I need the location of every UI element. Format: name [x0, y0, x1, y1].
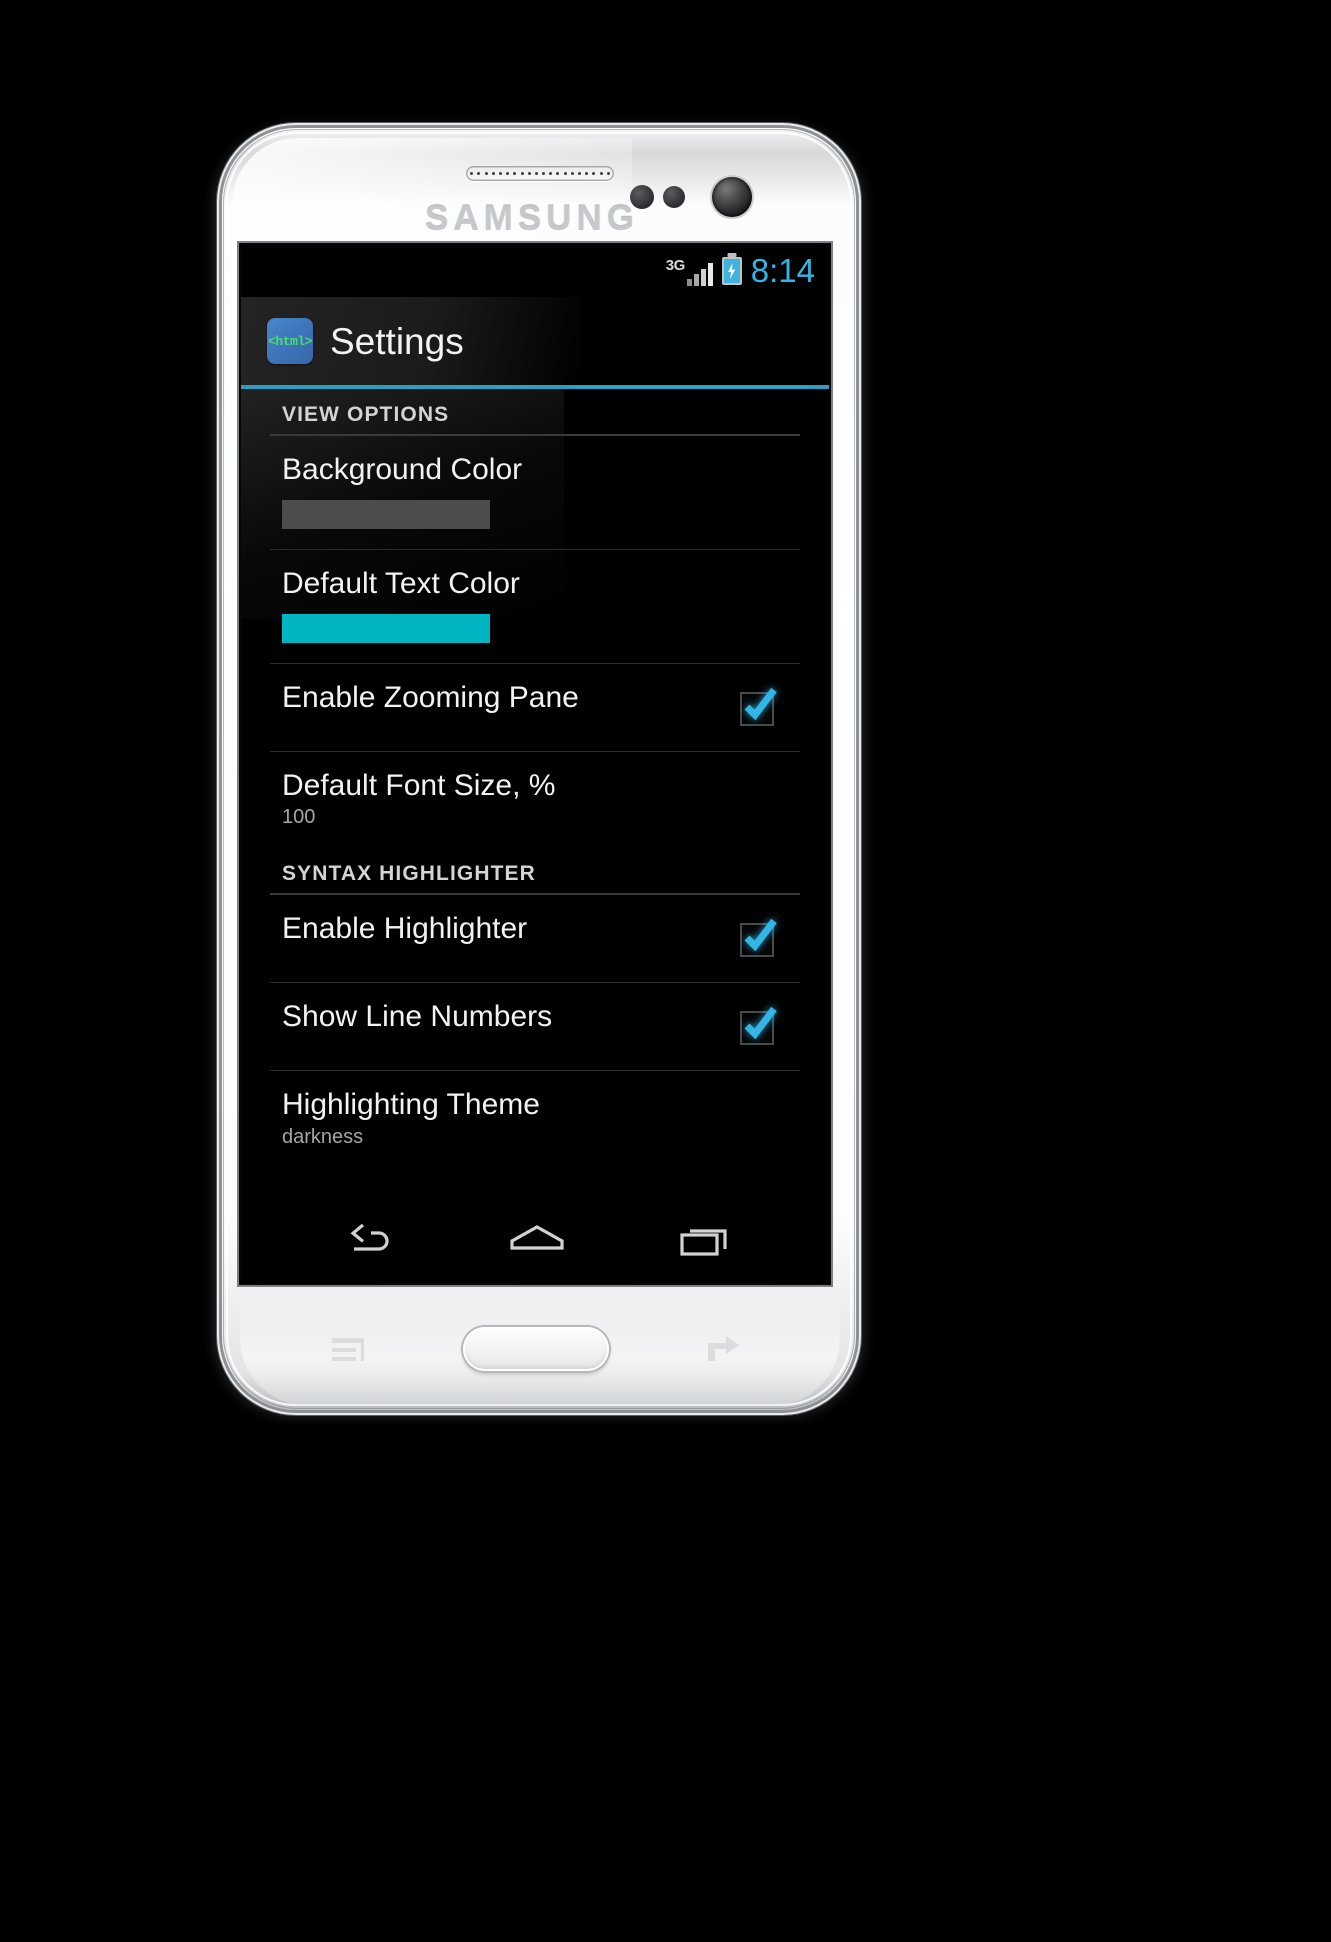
enable-zooming-pane-checkbox[interactable] — [740, 687, 777, 726]
setting-title: Background Color — [282, 453, 523, 486]
row-text-group: Enable Highlighter — [282, 913, 527, 945]
row-text-group: Enable Zooming Pane — [282, 680, 579, 714]
hardware-home-button[interactable] — [463, 1327, 609, 1371]
phone-screen: 3G 8:14 <html> Settings VIEW OPTIONS Bac… — [241, 245, 829, 1283]
setting-row-background-color[interactable]: Background Color — [270, 436, 800, 550]
setting-value: darkness — [282, 1126, 364, 1149]
network-type-label: 3G — [665, 257, 686, 274]
setting-row-highlighting-theme[interactable]: Highlighting Theme darkness — [270, 1071, 800, 1168]
row-text-group: Background Color — [282, 454, 522, 529]
setting-row-enable-highlighter[interactable]: Enable Highlighter — [270, 895, 800, 984]
status-clock: 8:14 — [750, 251, 815, 289]
status-bar: 3G 8:14 — [241, 245, 829, 297]
setting-row-default-font-size[interactable]: Default Font Size, % 100 — [270, 752, 800, 849]
html-app-icon: <html> — [267, 318, 313, 364]
signal-bars-icon: 3G — [666, 256, 713, 286]
checkmark-icon — [744, 1007, 777, 1040]
recents-icon[interactable] — [677, 1220, 733, 1260]
setting-title: Show Line Numbers — [282, 1000, 553, 1034]
action-bar: <html> Settings — [241, 297, 829, 385]
menu-icon[interactable] — [330, 1336, 366, 1364]
page-title: Settings — [330, 320, 464, 362]
setting-title: Enable Zooming Pane — [282, 680, 579, 714]
default-text-color-swatch[interactable] — [282, 613, 490, 643]
setting-row-show-line-numbers[interactable]: Show Line Numbers — [270, 983, 800, 1072]
row-text-group: Default Font Size, % 100 — [282, 768, 556, 829]
row-text-group: Show Line Numbers — [282, 1001, 552, 1033]
screenshot-root: SAMSUNG 3G 8:14 <html> Settings VIEW OPT… — [0, 0, 1331, 1942]
settings-list[interactable]: VIEW OPTIONS Background Color Default Te… — [241, 389, 829, 1197]
home-icon[interactable] — [505, 1220, 569, 1260]
lightning-bolt-icon — [728, 263, 736, 279]
setting-title: Enable Highlighter — [282, 912, 528, 946]
battery-charging-icon — [721, 257, 742, 285]
section-header-syntax-highlighter: SYNTAX HIGHLIGHTER — [270, 848, 800, 896]
row-text-group: Default Text Color — [282, 566, 520, 643]
section-header-view-options: VIEW OPTIONS — [270, 389, 800, 436]
back-icon[interactable] — [706, 1334, 744, 1364]
setting-row-enable-zooming-pane[interactable]: Enable Zooming Pane — [270, 664, 800, 752]
speaker-grille-icon — [466, 166, 614, 181]
row-text-group: Highlighting Theme darkness — [282, 1089, 540, 1148]
setting-title: Highlighting Theme — [282, 1088, 540, 1122]
html-app-icon-label: <html> — [268, 333, 312, 349]
signal-strength-icon — [686, 262, 713, 286]
checkmark-icon — [744, 919, 777, 952]
setting-row-default-text-color[interactable]: Default Text Color — [270, 550, 800, 664]
back-icon[interactable] — [337, 1220, 397, 1260]
setting-value: 100 — [282, 806, 316, 829]
setting-title: Default Font Size, % — [282, 768, 556, 802]
show-line-numbers-checkbox[interactable] — [740, 1007, 777, 1046]
setting-title: Default Text Color — [282, 566, 520, 600]
android-navigation-bar[interactable] — [241, 1197, 829, 1283]
checkmark-icon — [744, 687, 777, 720]
device-brand-label: SAMSUNG — [425, 199, 639, 238]
background-color-swatch[interactable] — [282, 499, 490, 529]
enable-highlighter-checkbox[interactable] — [740, 919, 777, 958]
